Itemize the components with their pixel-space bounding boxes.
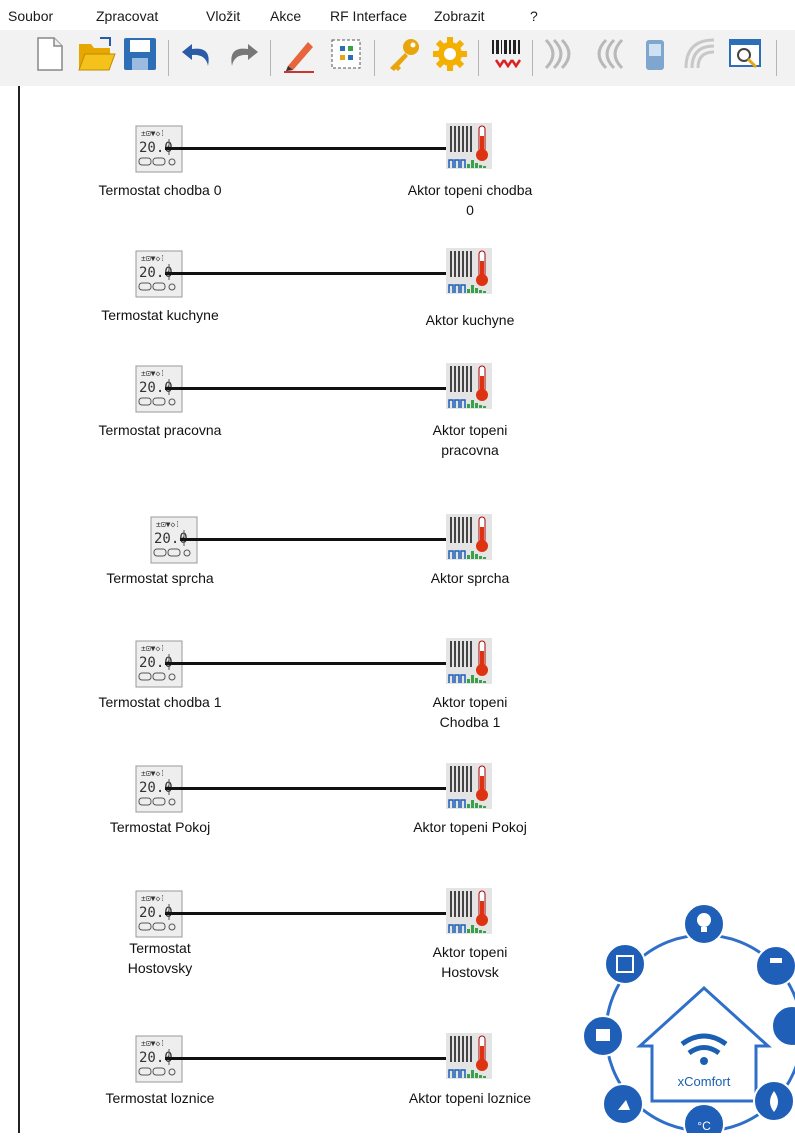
connection-line[interactable]	[165, 272, 465, 275]
connection-line[interactable]	[165, 912, 465, 915]
actuator-label-line: 0	[466, 202, 474, 218]
thermostat-label: Termostat sprcha	[60, 568, 260, 588]
redo-icon[interactable]	[222, 34, 262, 74]
search-window-icon[interactable]	[726, 34, 766, 74]
thermostat-label-line: Termostat Pokoj	[109, 819, 211, 835]
menu-akce[interactable]: Akce	[270, 8, 301, 24]
menu-bar: Soubor Zpracovat Vložit Akce RF Interfac…	[0, 0, 795, 30]
thermostat-label-line: Hostovsky	[127, 960, 193, 976]
menu-help[interactable]: ?	[530, 8, 538, 24]
heating-actuator-device-icon[interactable]	[445, 762, 493, 810]
svg-text:±⊡▼◇⁞: ±⊡▼◇⁞	[141, 369, 165, 378]
rf-signal-icon[interactable]	[540, 34, 580, 74]
actuator-label-line: Aktor topeni Pokoj	[413, 819, 527, 835]
connection-line[interactable]	[165, 662, 465, 665]
svg-text:±⊡▼◇⁞: ±⊡▼◇⁞	[141, 644, 165, 653]
toolbar	[0, 30, 795, 86]
new-document-icon[interactable]	[30, 34, 70, 74]
heating-actuator-device-icon[interactable]	[445, 513, 493, 561]
thermostat-label-line: Termostat loznice	[105, 1090, 215, 1106]
menu-vlozit[interactable]: Vložit	[206, 8, 240, 24]
actuator-label: Aktor topeni pracovna	[370, 420, 570, 460]
phone-icon[interactable]	[634, 34, 674, 74]
barcode-icon[interactable]	[486, 34, 526, 74]
thermostat-label-line: Termostat chodba 0	[98, 182, 222, 198]
menu-zobrazit[interactable]: Zobrazit	[434, 8, 485, 24]
thermostat-label: Termostat Pokoj	[60, 817, 260, 837]
edit-selection-icon[interactable]	[326, 34, 366, 74]
thermostat-label: Termostat chodba 0	[60, 180, 260, 200]
thermostat-label-line: Termostat sprcha	[106, 570, 214, 586]
actuator-label: Aktor topeni chodba 0	[370, 180, 570, 220]
heating-actuator-device-icon[interactable]	[445, 362, 493, 410]
actuator-label: Aktor topeni loznice	[370, 1088, 570, 1108]
thermostat-label: Termostat kuchyne	[60, 305, 260, 325]
actuator-label-line: pracovna	[441, 442, 499, 458]
svg-text:±⊡▼◇⁞: ±⊡▼◇⁞	[141, 894, 165, 903]
actuator-label-line: Aktor topeni	[432, 944, 508, 960]
xcomfort-logo: xComfort °C	[578, 896, 795, 1138]
undo-icon[interactable]	[178, 34, 218, 74]
actuator-label-line: Aktor topeni	[432, 422, 508, 438]
rf-signal-faded-icon[interactable]	[680, 34, 720, 74]
thermostat-label-line: Termostat chodba 1	[98, 694, 222, 710]
connection-line[interactable]	[165, 147, 465, 150]
actuator-label: Aktor topeni Chodba 1	[370, 692, 570, 732]
menu-soubor[interactable]: Soubor	[8, 8, 53, 24]
actuator-label-line: Aktor topeni	[432, 694, 508, 710]
thermostat-label-line: Termostat	[129, 940, 191, 956]
rf-signal-alt-icon[interactable]	[588, 34, 628, 74]
actuator-label-line: Aktor topeni chodba	[407, 182, 533, 198]
heating-actuator-device-icon[interactable]	[445, 887, 493, 935]
heating-actuator-device-icon[interactable]	[445, 1032, 493, 1080]
gear-icon[interactable]	[430, 34, 470, 74]
open-folder-icon[interactable]	[76, 34, 116, 74]
actuator-label: Aktor sprcha	[370, 568, 570, 588]
svg-text:°C: °C	[697, 1119, 711, 1133]
save-floppy-icon[interactable]	[120, 34, 160, 74]
actuator-label: Aktor topeni Pokoj	[370, 817, 570, 837]
heating-actuator-device-icon[interactable]	[445, 247, 493, 295]
actuator-label: Aktor topeni Hostovsk	[370, 942, 570, 982]
actuator-label-line: Aktor topeni loznice	[408, 1090, 532, 1106]
svg-text:±⊡▼◇⁞: ±⊡▼◇⁞	[141, 1039, 165, 1048]
xcomfort-logo-text: xComfort	[678, 1074, 731, 1089]
svg-text:±⊡▼◇⁞: ±⊡▼◇⁞	[141, 769, 165, 778]
svg-text:±⊡▼◇⁞: ±⊡▼◇⁞	[141, 129, 165, 138]
connection-line[interactable]	[165, 387, 465, 390]
svg-text:±⊡▼◇⁞: ±⊡▼◇⁞	[156, 520, 180, 529]
thermostat-label-line: Termostat kuchyne	[101, 307, 219, 323]
connection-line[interactable]	[180, 538, 465, 541]
thermostat-label-line: Termostat pracovna	[98, 422, 222, 438]
thermostat-label: Termostat loznice	[60, 1088, 260, 1108]
connection-line[interactable]	[165, 1057, 465, 1060]
menu-rf-interface[interactable]: RF Interface	[330, 8, 407, 24]
actuator-label-line: Aktor sprcha	[430, 570, 510, 586]
pencil-icon[interactable]	[280, 34, 320, 74]
heating-actuator-device-icon[interactable]	[445, 122, 493, 170]
thermostat-label: Termostat Hostovsky	[60, 938, 260, 978]
actuator-label: Aktor kuchyne	[370, 310, 570, 330]
heating-actuator-device-icon[interactable]	[445, 637, 493, 685]
thermostat-label: Termostat pracovna	[60, 420, 260, 440]
connection-line[interactable]	[165, 787, 465, 790]
svg-text:±⊡▼◇⁞: ±⊡▼◇⁞	[141, 254, 165, 263]
thermostat-label: Termostat chodba 1	[60, 692, 260, 712]
menu-zpracovat[interactable]: Zpracovat	[96, 8, 158, 24]
key-icon[interactable]	[384, 34, 424, 74]
actuator-label-line: Aktor kuchyne	[425, 312, 515, 328]
actuator-label-line: Chodba 1	[439, 714, 501, 730]
actuator-label-line: Hostovsk	[441, 964, 499, 980]
